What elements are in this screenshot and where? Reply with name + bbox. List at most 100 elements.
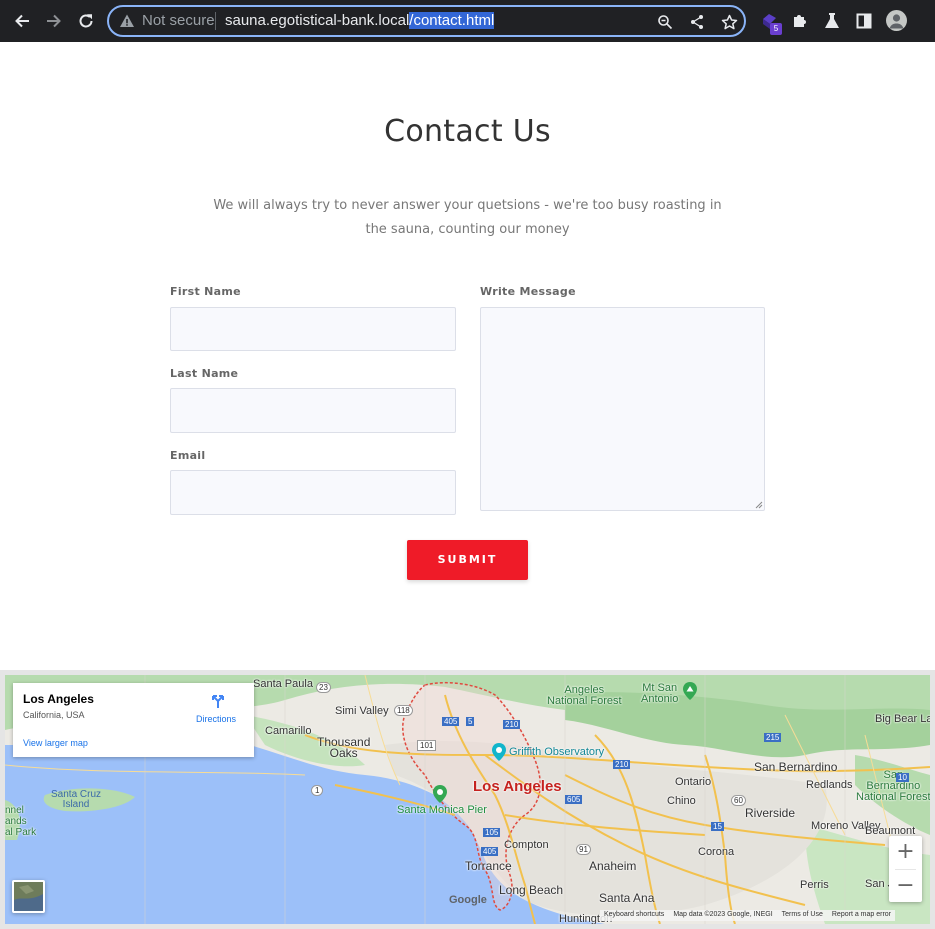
hwy-405b-shield: 405 xyxy=(481,847,499,856)
map-place-card: Los Angeles California, USA Directions V… xyxy=(13,683,254,757)
map-label-channel-islands: nnel ands al Park xyxy=(5,805,37,838)
last-name-label: Last Name xyxy=(170,367,239,380)
hwy-15-shield: 15 xyxy=(711,822,724,831)
bookmark-button[interactable] xyxy=(719,12,739,32)
map-label-santa-monica-pier: Santa Monica Pier xyxy=(397,804,487,816)
map-label-simi-valley: Simi Valley xyxy=(335,705,389,717)
zoom-icon xyxy=(658,15,673,30)
hwy-210b-shield: 210 xyxy=(613,760,631,769)
hwy-10-shield: 10 xyxy=(896,773,909,782)
hwy-605-shield: 605 xyxy=(565,795,583,804)
map-label-angeles-nf: Angeles National Forest xyxy=(547,684,622,707)
satellite-thumbnail-icon xyxy=(14,882,43,911)
hwy-105-shield: 105 xyxy=(483,828,501,837)
map-label-santa-cruz-island: Santa Cruz Island xyxy=(51,789,102,810)
map-label-thousand-oaks: Thousand Oaks xyxy=(317,735,371,760)
report-map-error-link[interactable]: Report a map error xyxy=(832,911,891,920)
map-label-los-angeles: Los Angeles xyxy=(473,778,562,795)
side-panel-button[interactable] xyxy=(853,10,875,32)
email-label: Email xyxy=(170,449,206,462)
labs-button[interactable] xyxy=(821,10,843,32)
zoom-button[interactable] xyxy=(655,12,675,32)
zoom-out-button[interactable]: − xyxy=(889,870,922,902)
last-name-field[interactable] xyxy=(170,388,456,433)
flask-icon xyxy=(825,13,839,28)
place-subtitle: California, USA xyxy=(23,710,85,720)
share-icon xyxy=(691,15,703,29)
share-button[interactable] xyxy=(687,12,707,32)
map-label-anaheim: Anaheim xyxy=(589,859,637,873)
hwy-23-shield: 23 xyxy=(316,682,331,693)
url-text[interactable]: sauna.egotistical-bank.local/contact.htm… xyxy=(225,12,495,29)
map-label-redlands: Redlands xyxy=(806,779,853,791)
map-label-perris: Perris xyxy=(800,879,829,891)
griffith-observatory-pin-icon[interactable] xyxy=(492,743,506,761)
mt-san-antonio-pin-icon[interactable] xyxy=(683,682,697,700)
side-panel-icon xyxy=(856,13,872,29)
map-label-compton: Compton xyxy=(504,839,549,851)
puzzle-icon xyxy=(794,15,806,27)
back-arrow-icon xyxy=(15,14,29,28)
forward-button[interactable] xyxy=(42,9,66,33)
profile-avatar-button[interactable] xyxy=(886,10,907,31)
map-data-text: Map data ©2023 Google, INEGI xyxy=(673,911,773,918)
map-label-san-bernardino-nf: San Bernardino National Forest xyxy=(856,769,930,803)
place-title: Los Angeles xyxy=(23,692,94,706)
resize-grip-icon[interactable] xyxy=(755,501,763,509)
browser-toolbar: Not secure sauna.egotistical-bank.local/… xyxy=(0,0,935,42)
submit-button[interactable]: SUBMIT xyxy=(407,540,528,580)
security-label[interactable]: Not secure xyxy=(142,12,215,29)
extensions-menu-button[interactable] xyxy=(789,10,811,32)
omnibox-divider xyxy=(215,12,216,30)
first-name-field[interactable] xyxy=(170,307,456,351)
hwy-101-shield: 101 xyxy=(417,740,437,751)
hwy-118-shield: 118 xyxy=(394,705,413,716)
hwy-5-shield: 5 xyxy=(466,717,475,726)
map-label-griffith-observatory: Griffith Observatory xyxy=(509,746,605,758)
map-label-corona: Corona xyxy=(698,846,735,858)
extension-badge-count: 5 xyxy=(770,23,782,35)
map-attribution-bar: Keyboard shortcuts Map data ©2023 Google… xyxy=(600,910,896,921)
map-label-ontario: Ontario xyxy=(675,776,712,788)
page-title: Contact Us xyxy=(384,114,551,149)
map-label-santa-paula: Santa Paula xyxy=(253,678,313,690)
back-button[interactable] xyxy=(10,9,34,33)
terms-of-use-link[interactable]: Terms of Use xyxy=(782,911,823,920)
hwy-91-shield: 91 xyxy=(576,844,591,855)
message-label: Write Message xyxy=(480,285,576,298)
warning-triangle-icon xyxy=(120,14,134,27)
map-label-big-bear-lake: Big Bear Lake xyxy=(875,713,930,725)
reload-button[interactable] xyxy=(74,9,98,33)
directions-link[interactable]: Directions xyxy=(196,714,236,724)
santa-monica-pier-pin-icon[interactable] xyxy=(433,785,447,803)
map-zoom-control: + − xyxy=(889,836,922,902)
url-path-selected: /contact.html xyxy=(409,12,495,29)
map-label-camarillo: Camarillo xyxy=(265,725,312,737)
url-host: sauna.egotistical-bank.local xyxy=(225,12,410,29)
reload-icon xyxy=(79,14,93,28)
zoom-in-button[interactable]: + xyxy=(889,836,922,868)
map-label-san-bernardino: San Bernardino xyxy=(754,760,838,774)
hwy-210a-shield: 210 xyxy=(503,720,521,729)
map-label-chino: Chino xyxy=(667,795,696,807)
map-label-mt-san-antonio: Mt San Antonio xyxy=(641,682,679,705)
satellite-toggle-button[interactable] xyxy=(12,880,45,913)
hwy-405-shield: 405 xyxy=(442,717,460,726)
google-logo: Google xyxy=(449,894,487,906)
map-label-riverside: Riverside xyxy=(745,806,796,820)
map-label-santa-ana: Santa Ana xyxy=(599,891,655,905)
email-field[interactable] xyxy=(170,470,456,515)
directions-icon[interactable] xyxy=(210,693,226,709)
keyboard-shortcuts-link[interactable]: Keyboard shortcuts xyxy=(604,911,664,920)
address-bar[interactable]: Not secure sauna.egotistical-bank.local/… xyxy=(107,5,746,37)
hwy-215-shield: 215 xyxy=(764,733,782,742)
profile-avatar-icon xyxy=(889,14,904,29)
forward-arrow-icon xyxy=(47,14,61,28)
message-textarea[interactable] xyxy=(480,307,765,511)
hwy-60-shield: 60 xyxy=(731,795,746,806)
page-subtitle: We will always try to never answer your … xyxy=(213,198,722,237)
map-label-torrance: Torrance xyxy=(465,859,512,873)
first-name-label: First Name xyxy=(170,285,241,298)
view-larger-map-link[interactable]: View larger map xyxy=(23,738,88,748)
map-label-long-beach: Long Beach xyxy=(499,883,564,897)
